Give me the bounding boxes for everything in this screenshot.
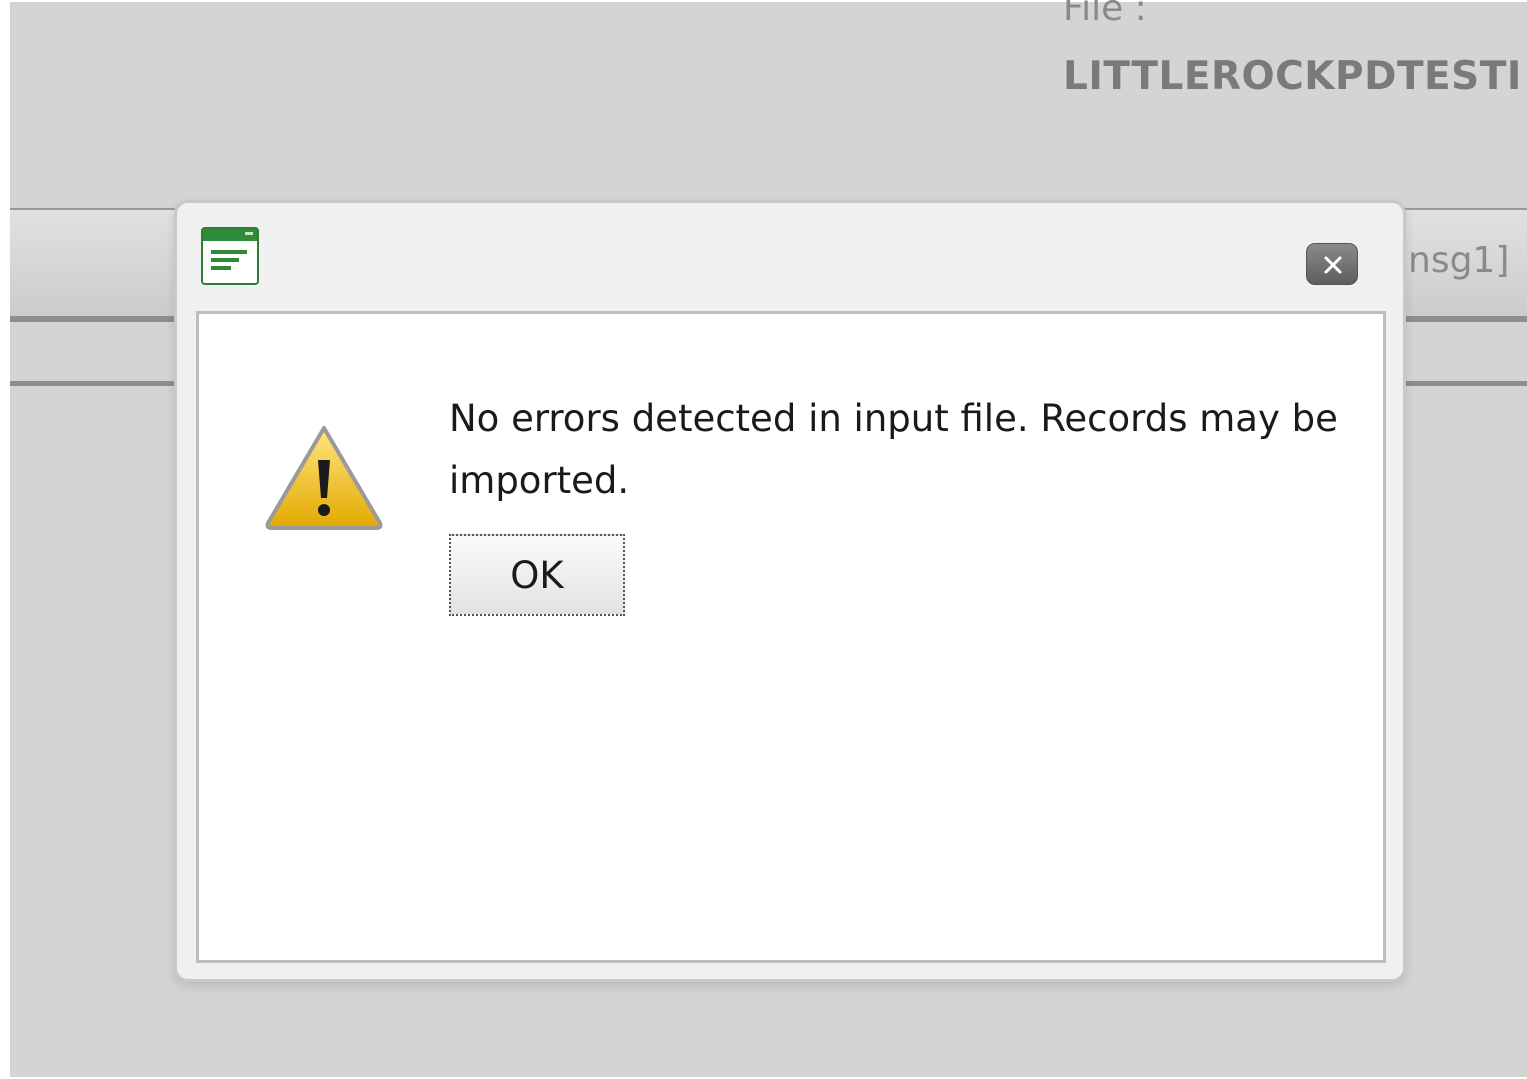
dialog-titlebar[interactable] [177, 203, 1403, 311]
close-button[interactable] [1306, 243, 1358, 285]
ok-button[interactable]: OK [449, 534, 625, 616]
file-name: LITTLEROCKPDTESTI [1063, 54, 1522, 99]
message-dialog: No errors detected in input file. Record… [174, 200, 1406, 982]
dialog-message: No errors detected in input file. Record… [449, 397, 1338, 502]
window-list-icon [201, 227, 259, 285]
file-label: File : [1063, 0, 1147, 29]
background-message-ref: nsg1] [1408, 240, 1510, 281]
close-x-icon [1324, 256, 1342, 274]
dialog-content: No errors detected in input file. Record… [196, 311, 1386, 963]
warning-triangle-icon [263, 422, 385, 532]
